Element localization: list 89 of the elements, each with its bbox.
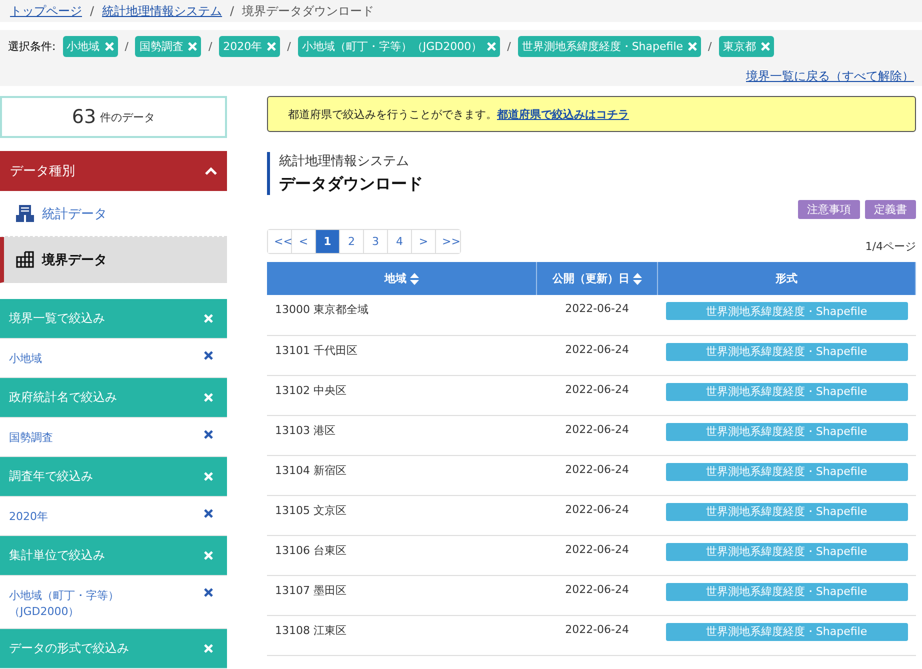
download-button[interactable]: 世界測地系緯度経度・Shapefile <box>666 422 908 440</box>
filter-value-text: 国勢調査 <box>9 430 54 446</box>
table-cell: 2022-06-24 <box>536 615 658 655</box>
table-cell: 13101 千代田区 <box>267 335 537 375</box>
filter-title: 集計単位で絞込み <box>9 547 105 564</box>
sort-icon[interactable] <box>410 272 419 285</box>
remove-icon[interactable] <box>204 588 213 597</box>
column-header[interactable]: 公開（更新）日 <box>536 262 658 295</box>
filter-header[interactable]: 境界一覧で絞込み <box>0 299 227 339</box>
download-button[interactable]: 世界測地系緯度経度・Shapefile <box>666 342 908 360</box>
breadcrumb-separator: / <box>230 4 234 18</box>
filter-value-text: 小地域（町丁・字等）（JGD2000） <box>9 588 120 620</box>
condition-tag[interactable]: 小地域 <box>62 36 118 57</box>
document-button[interactable]: 注意事項 <box>798 200 860 219</box>
tag-separator: / <box>507 40 511 53</box>
download-button[interactable]: 世界測地系緯度経度・Shapefile <box>666 502 908 520</box>
table-cell: 2022-06-24 <box>536 495 658 535</box>
count-unit: 件のデータ <box>100 110 156 124</box>
filter-header[interactable]: 政府統計名で絞込み <box>0 378 227 418</box>
tag-separator: / <box>208 40 212 53</box>
condition-tag[interactable]: 東京都 <box>718 36 774 57</box>
close-icon[interactable] <box>204 644 213 653</box>
table-cell: 2022-06-24 <box>536 455 658 495</box>
table-cell: 13105 文京区 <box>267 495 537 535</box>
remove-icon[interactable] <box>204 430 213 439</box>
download-button[interactable]: 世界測地系緯度経度・Shapefile <box>666 582 908 600</box>
close-icon[interactable] <box>204 393 213 402</box>
condition-tag[interactable]: 国勢調査 <box>135 36 202 57</box>
page-button[interactable]: << <box>268 230 292 253</box>
column-header: 形式 <box>658 262 916 295</box>
filter-value-text: 小地域 <box>9 351 43 367</box>
condition-tag[interactable]: 2020年 <box>219 36 280 57</box>
download-button[interactable]: 世界測地系緯度経度・Shapefile <box>666 542 908 560</box>
table-cell: 2022-06-24 <box>536 575 658 615</box>
filter-title: 調査年で絞込み <box>9 468 93 485</box>
filter-title: 境界一覧で絞込み <box>9 310 105 327</box>
page-subtitle: 統計地理情報システム <box>279 153 410 170</box>
table-cell: 13107 墨田区 <box>267 575 537 615</box>
book-icon <box>16 205 34 222</box>
table-cell: 2022-06-24 <box>536 535 658 575</box>
remove-icon[interactable] <box>204 351 213 360</box>
notice-text: 都道府県で絞込みを行うことができます。都道府県で絞込みはコチラ <box>288 106 629 122</box>
filter-header[interactable]: データの形式で絞込み <box>0 629 227 669</box>
download-button[interactable]: 世界測地系緯度経度・Shapefile <box>666 302 908 320</box>
page-button[interactable]: 1 <box>316 230 340 253</box>
table-cell: 13108 江東区 <box>267 615 537 655</box>
count-number: 63 <box>72 106 96 128</box>
conditions-label: 選択条件: <box>8 39 56 54</box>
tag-separator: / <box>287 40 291 53</box>
download-button[interactable]: 世界測地系緯度経度・Shapefile <box>666 382 908 400</box>
filter-header[interactable]: 集計単位で絞込み <box>0 536 227 576</box>
table-cell: 13102 中央区 <box>267 375 537 415</box>
breadcrumb-link[interactable]: 統計地理情報システム <box>102 2 222 20</box>
tag-separator: / <box>708 40 712 53</box>
chevron-up-icon[interactable] <box>205 167 217 175</box>
breadcrumb-current: 境界データダウンロード <box>242 2 374 20</box>
download-button[interactable]: 世界測地系緯度経度・Shapefile <box>666 622 908 640</box>
notice-link[interactable]: 都道府県で絞込みはコチラ <box>497 108 629 120</box>
close-icon[interactable] <box>204 472 213 481</box>
table-cell: 2022-06-24 <box>536 375 658 415</box>
table-cell: 2022-06-24 <box>536 295 658 335</box>
condition-tag[interactable]: 小地域（町丁・字等）（JGD2000） <box>298 36 500 57</box>
data-type-title: データ種別 <box>10 163 75 180</box>
table-cell: 13104 新宿区 <box>267 455 537 495</box>
condition-tag[interactable]: 世界測地系緯度経度・Shapefile <box>518 36 702 57</box>
download-button[interactable]: 世界測地系緯度経度・Shapefile <box>666 462 908 480</box>
filter-title: データの形式で絞込み <box>9 640 129 657</box>
breadcrumb-link[interactable]: トップページ <box>10 2 82 20</box>
remove-icon[interactable] <box>204 509 213 518</box>
close-icon[interactable] <box>204 314 213 323</box>
reset-link[interactable]: 境界一覧に戻る（すべて解除） <box>746 69 914 83</box>
page-info: 1/4ページ <box>865 239 916 254</box>
table-cell: 2022-06-24 <box>536 415 658 455</box>
filter-value-text: 2020年 <box>9 509 49 525</box>
table-cell: 13106 台東区 <box>267 535 537 575</box>
sort-icon[interactable] <box>632 272 642 285</box>
table-cell: 13103 港区 <box>267 415 537 455</box>
filter-title: 政府統計名で絞込み <box>9 389 117 406</box>
page-title: データダウンロード <box>279 174 424 195</box>
filter-header[interactable]: 調査年で絞込み <box>0 457 227 497</box>
document-button[interactable]: 定義書 <box>865 200 916 219</box>
data-type-item[interactable]: 境界データ <box>0 237 227 283</box>
table-cell: 2022-06-24 <box>536 335 658 375</box>
table-cell: 13000 東京都全域 <box>267 295 537 335</box>
breadcrumb-separator: / <box>90 4 94 18</box>
tag-separator: / <box>124 40 128 53</box>
column-header[interactable]: 地域 <box>267 262 537 295</box>
data-type-header[interactable]: データ種別 <box>0 151 227 191</box>
close-icon[interactable] <box>204 551 213 560</box>
